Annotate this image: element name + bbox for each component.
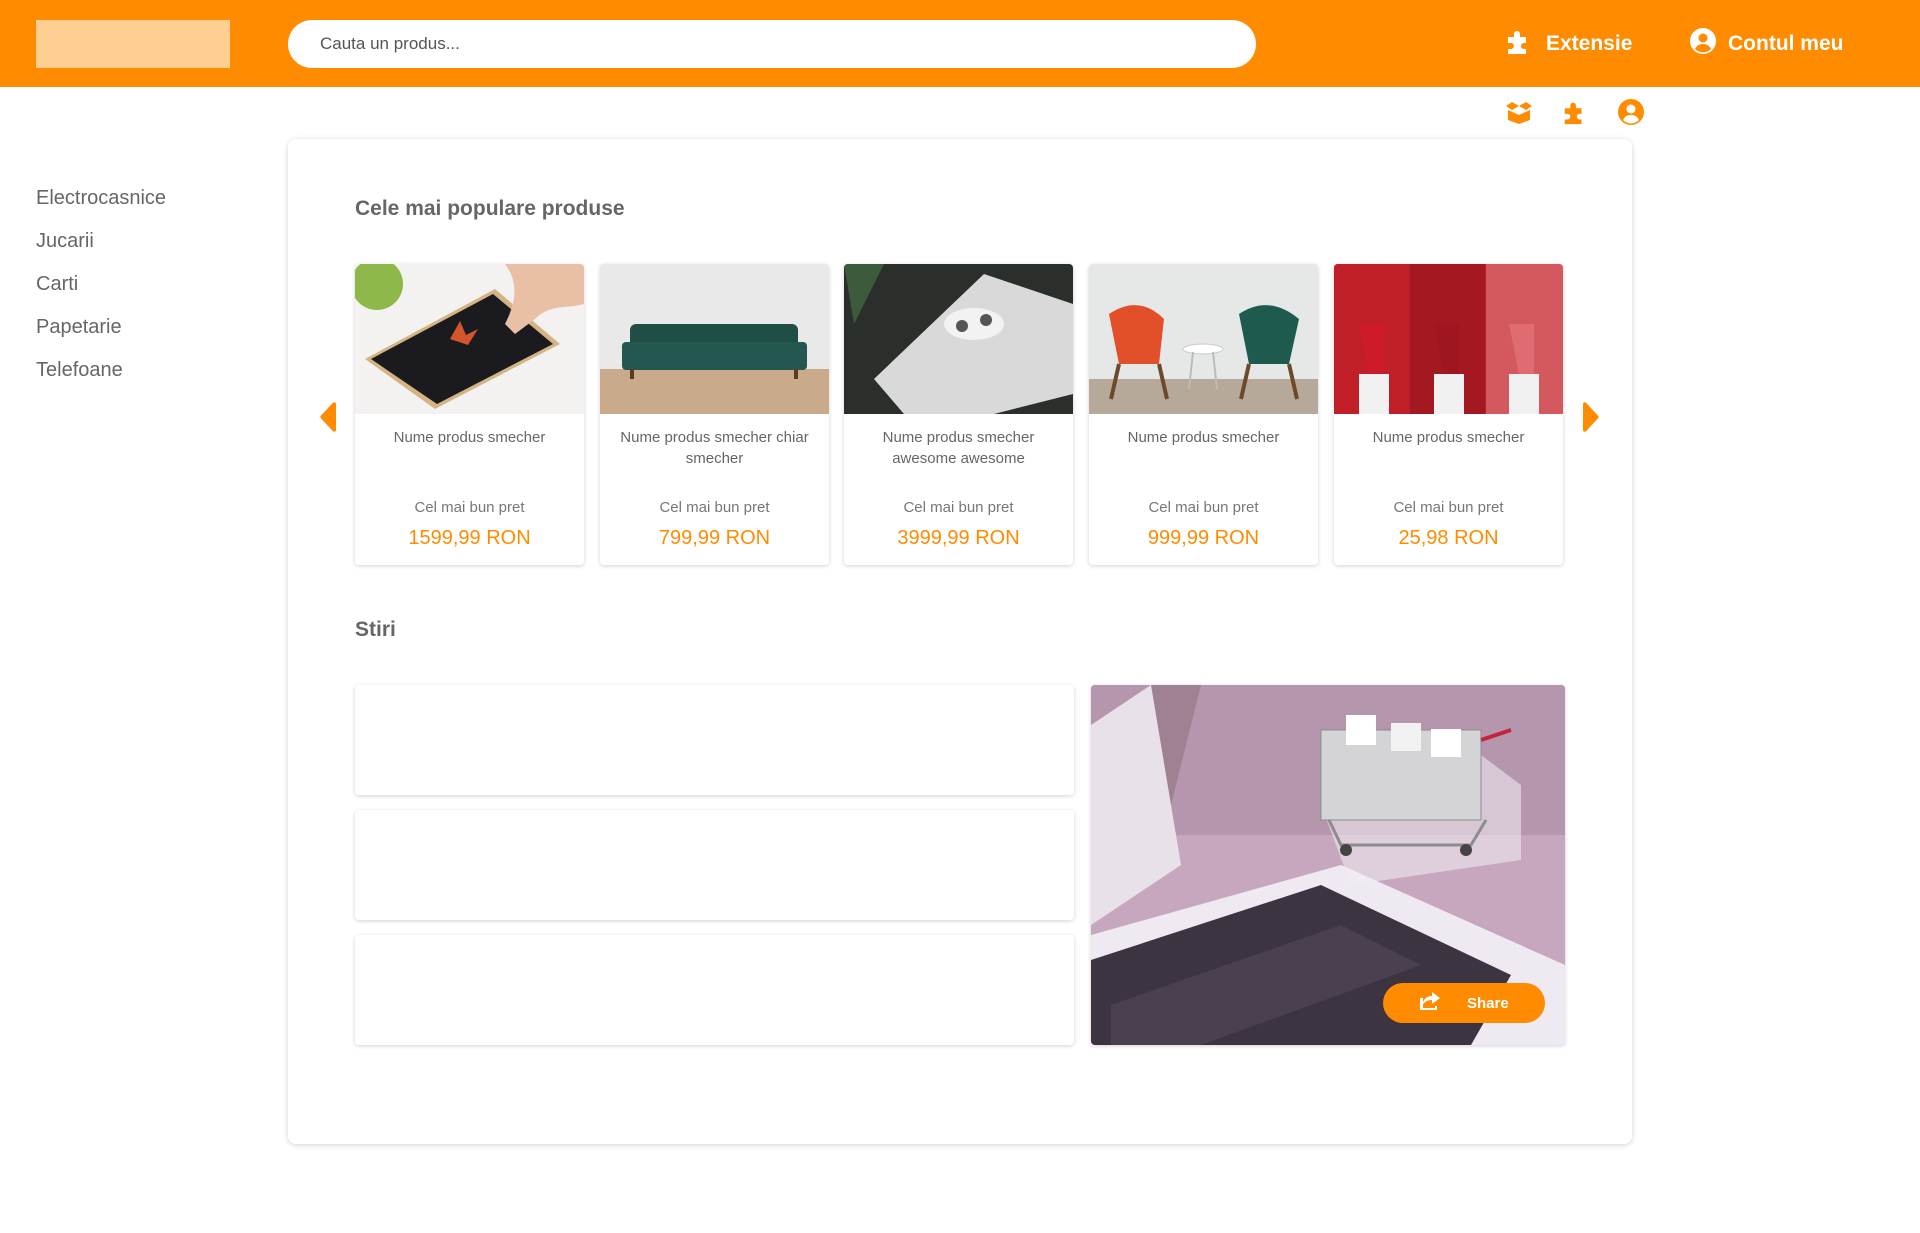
news-card[interactable] <box>355 810 1074 920</box>
share-icon <box>1419 991 1441 1015</box>
sidebar-item-papetarie[interactable]: Papetarie <box>36 311 166 354</box>
logo-placeholder[interactable] <box>36 20 230 68</box>
best-price-label: Cel mai bun pret <box>903 499 1014 516</box>
product-card[interactable]: Nume produs smecher Cel mai bun pret 999… <box>1089 264 1318 565</box>
chevron-right-icon <box>1583 402 1599 432</box>
chevron-left-icon <box>320 402 336 432</box>
product-name: Nume produs smecher <box>393 429 546 446</box>
product-card[interactable]: Nume produs smecher Cel mai bun pret 25,… <box>1334 264 1563 565</box>
best-price-label: Cel mai bun pret <box>414 499 525 516</box>
product-price: 1599,99 RON <box>408 527 531 549</box>
product-name: Nume produs smecher <box>1127 429 1280 446</box>
product-price: 25,98 RON <box>1398 527 1499 549</box>
news-card[interactable] <box>355 935 1074 1045</box>
best-price-label: Cel mai bun pret <box>1393 499 1504 516</box>
product-card[interactable]: Nume produs smecher awesome awesome Cel … <box>844 264 1073 565</box>
news-card[interactable] <box>355 685 1074 795</box>
product-price: 3999,99 RON <box>897 527 1020 549</box>
share-button[interactable]: Share <box>1383 983 1545 1023</box>
main-content-card: Cele mai populare produse Nume produs sm… <box>288 139 1632 1144</box>
product-carousel: Nume produs smecher Cel mai bun pret 159… <box>355 264 1564 565</box>
product-image-sofa <box>600 264 829 414</box>
sidebar-item-jucarii[interactable]: Jucarii <box>36 225 166 268</box>
news-title: Stiri <box>355 618 396 641</box>
product-name: Nume produs smecher chiar smecher <box>620 429 809 467</box>
product-card[interactable]: Nume produs smecher chiar smecher Cel ma… <box>600 264 829 565</box>
quick-actions <box>1504 98 1646 126</box>
search-input[interactable] <box>288 20 1256 68</box>
box-open-icon[interactable] <box>1504 98 1534 126</box>
account-link[interactable]: Contul meu <box>1690 24 1844 64</box>
product-image-smartphone <box>355 264 584 414</box>
category-sidebar: Electrocasnice Jucarii Carti Papetarie T… <box>36 182 166 397</box>
popular-products-title: Cele mai populare produse <box>355 197 625 220</box>
user-circle-icon[interactable] <box>1616 98 1646 126</box>
extension-label: Extensie <box>1546 32 1633 55</box>
product-image-console <box>844 264 1073 414</box>
product-name: Nume produs smecher awesome awesome <box>882 429 1035 467</box>
product-name: Nume produs smecher <box>1372 429 1525 446</box>
extension-link[interactable]: Extensie <box>1504 24 1632 64</box>
puzzle-icon[interactable] <box>1560 98 1590 126</box>
sidebar-item-carti[interactable]: Carti <box>36 268 166 311</box>
best-price-label: Cel mai bun pret <box>1148 499 1259 516</box>
product-price: 999,99 RON <box>1147 527 1260 549</box>
sidebar-item-electrocasnice[interactable]: Electrocasnice <box>36 182 166 225</box>
user-circle-icon <box>1690 28 1716 60</box>
product-image-chairs <box>1089 264 1318 414</box>
account-label: Contul meu <box>1728 32 1844 55</box>
product-card[interactable]: Nume produs smecher Cel mai bun pret 159… <box>355 264 584 565</box>
sidebar-item-telefoane[interactable]: Telefoane <box>36 354 166 397</box>
best-price-label: Cel mai bun pret <box>659 499 770 516</box>
product-price: 799,99 RON <box>658 527 771 549</box>
top-navbar: Extensie Contul meu <box>0 0 1920 87</box>
carousel-prev-button[interactable] <box>318 402 340 432</box>
carousel-next-button[interactable] <box>1579 402 1601 432</box>
product-image-lipstick <box>1334 264 1563 414</box>
featured-news-image[interactable]: Share <box>1091 685 1565 1045</box>
puzzle-icon <box>1504 26 1534 62</box>
share-label: Share <box>1467 994 1509 1012</box>
